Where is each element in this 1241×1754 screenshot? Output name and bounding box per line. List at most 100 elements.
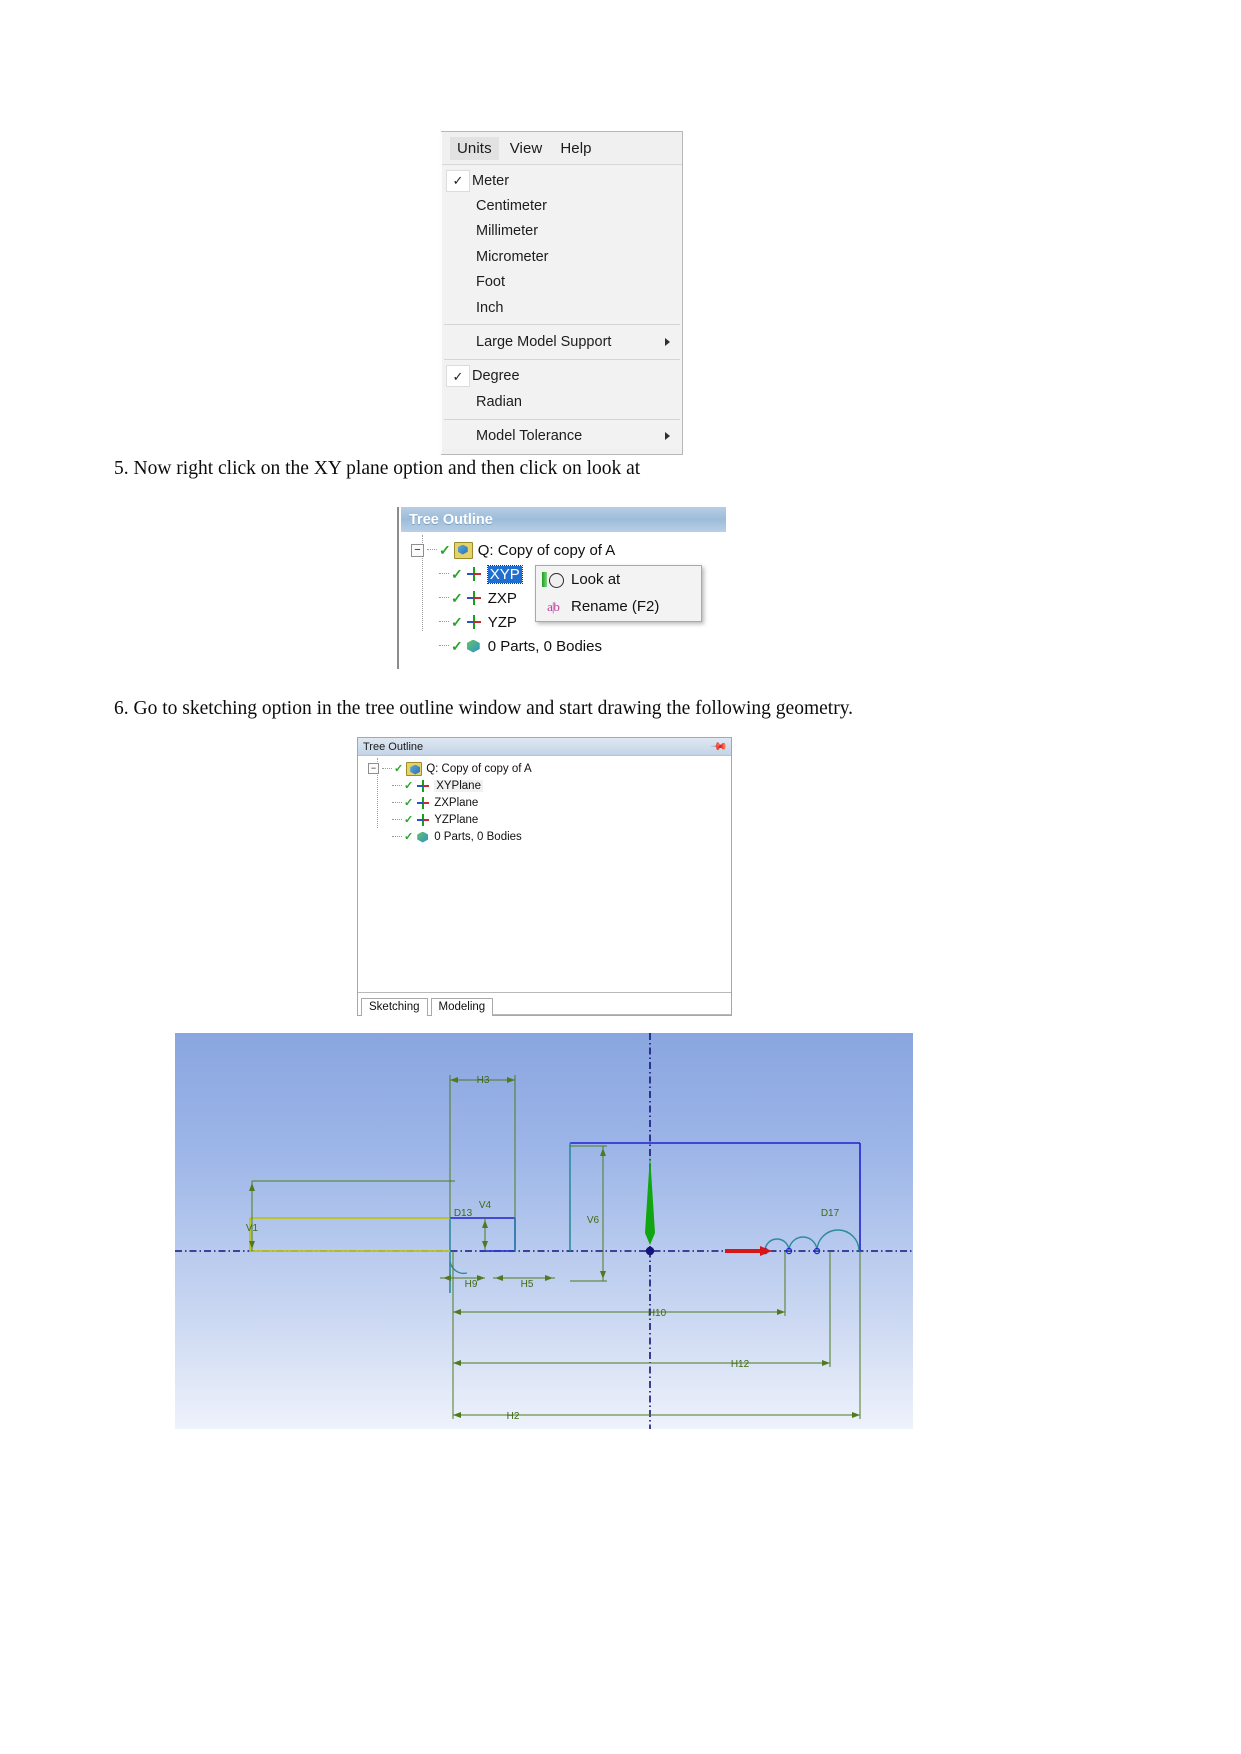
check-icon: ✓ — [404, 780, 414, 792]
chevron-right-icon — [665, 338, 670, 347]
sketch-viewport[interactable]: H3 V1 V4 V6 D13 D17 H9 H5 H10 H12 H2 — [175, 1033, 913, 1429]
chevron-right-icon — [665, 432, 670, 441]
tree-dash — [439, 597, 449, 599]
menu-item-inch[interactable]: Inch — [442, 295, 682, 320]
plane-icon — [416, 779, 430, 792]
geometry-arc-1 — [764, 1238, 790, 1252]
plane-icon — [466, 566, 483, 582]
menu-item-large-model-support[interactable]: Large Model Support — [442, 329, 682, 354]
menu-item-label: Large Model Support — [476, 334, 612, 351]
dimension-H12 — [453, 1251, 831, 1367]
dimension-V4 — [482, 1218, 488, 1251]
menu-item-centimeter[interactable]: Centimeter — [442, 193, 682, 218]
menu-separator — [444, 418, 680, 420]
menu-item-label: Model Tolerance — [476, 428, 583, 445]
tree-row-label: 0 Parts, 0 Bodies — [487, 637, 602, 655]
menubar-item-units[interactable]: Units — [450, 136, 499, 160]
plane-icon — [466, 590, 483, 606]
dimension-H9 — [440, 1275, 485, 1281]
check-icon: ✓ — [446, 169, 470, 192]
menu-item-radian[interactable]: Radian — [442, 389, 682, 414]
plane-icon — [466, 614, 483, 630]
dimension-label-H10: H10 — [648, 1308, 667, 1319]
tree-row-label: Q: Copy of copy of A — [426, 762, 532, 775]
check-icon: ✓ — [404, 831, 414, 843]
check-icon: ✓ — [439, 541, 451, 558]
tabbar-filler — [493, 1013, 731, 1015]
dimension-label-D13: D13 — [454, 1208, 473, 1219]
rename-icon: a|b — [547, 598, 560, 614]
tree-row-root[interactable]: − ✓ Q: Copy of copy of A — [411, 538, 726, 562]
tree-row-label: ZXP — [487, 589, 517, 607]
tree-outline-title: Tree Outline — [363, 740, 424, 753]
menu-item-label: Centimeter — [476, 198, 547, 215]
tree-outline-panel[interactable]: Tree Outline 📌 − ✓ Q: Copy of copy of A … — [357, 737, 732, 1016]
menu-item-meter[interactable]: ✓ Meter — [442, 168, 682, 193]
collapse-expander-icon[interactable]: − — [368, 763, 379, 774]
menu-item-label: Meter — [472, 172, 510, 189]
step-5-paragraph: 5. Now right click on the XY plane optio… — [114, 458, 641, 479]
context-menu-item-rename[interactable]: a|b Rename (F2) — [536, 593, 701, 620]
tree-outline-tabbar[interactable]: Sketching Modeling — [358, 992, 731, 1016]
plane-icon — [416, 796, 430, 809]
tree-dash — [427, 549, 437, 551]
dimension-label-V6: V6 — [587, 1215, 600, 1226]
menu-separator — [444, 358, 680, 360]
context-menu-item-label: Look at — [571, 571, 621, 588]
tree-dash — [382, 767, 392, 770]
tree-row-parts-bodies[interactable]: ✓ 0 Parts, 0 Bodies — [411, 634, 726, 658]
dimension-V6 — [570, 1145, 607, 1282]
menubar-item-help[interactable]: Help — [553, 137, 598, 160]
geometry-arc-3 — [816, 1229, 860, 1252]
context-menu-item-look-at[interactable]: Look at — [536, 566, 701, 593]
menu-item-label: Foot — [476, 274, 506, 291]
tree-outline-rows[interactable]: − ✓ Q: Copy of copy of A ✓ XYPlane ✓ ZXP… — [358, 756, 731, 845]
menu-bar[interactable]: Units View Help — [442, 132, 682, 165]
dimension-H3 — [449, 1075, 516, 1218]
tree-row-root[interactable]: − ✓ Q: Copy of copy of A — [368, 760, 731, 777]
dimension-H2 — [452, 1251, 861, 1419]
dimension-label-H5: H5 — [521, 1279, 534, 1290]
tab-modeling[interactable]: Modeling — [430, 998, 494, 1016]
tree-dash — [439, 573, 449, 575]
tree-row-label: ZXPlane — [434, 796, 479, 809]
check-icon: ✓ — [404, 797, 414, 809]
menu-item-model-tolerance[interactable]: Model Tolerance — [442, 424, 682, 449]
tree-row-yzplane[interactable]: ✓ YZPlane — [368, 811, 731, 828]
check-icon: ✓ — [404, 814, 414, 826]
menu-item-label: Inch — [476, 299, 504, 316]
menu-item-millimeter[interactable]: Millimeter — [442, 219, 682, 244]
dimension-H10 — [452, 1251, 786, 1316]
plane-icon — [416, 813, 430, 826]
units-dropdown[interactable]: ✓ Meter Centimeter Millimeter Micrometer… — [442, 165, 682, 449]
tree-dash — [392, 784, 402, 787]
step-6-paragraph: 6. Go to sketching option in the tree ou… — [114, 698, 854, 719]
menu-item-degree[interactable]: ✓ Degree — [442, 364, 682, 389]
check-icon: ✓ — [451, 613, 463, 630]
sketch-canvas[interactable]: H3 V1 V4 V6 D13 D17 H9 H5 H10 H12 H2 — [175, 1033, 913, 1429]
menu-item-foot[interactable]: Foot — [442, 270, 682, 295]
menu-item-label: Radian — [476, 393, 522, 410]
menubar-item-view[interactable]: View — [503, 137, 550, 160]
tree-dash — [392, 818, 402, 821]
geometry-arc-2 — [788, 1236, 818, 1252]
units-menu-window[interactable]: Units View Help ✓ Meter Centimeter Milli… — [439, 131, 683, 455]
check-icon: ✓ — [451, 565, 463, 582]
tree-row-parts-bodies[interactable]: ✓ 0 Parts, 0 Bodies — [368, 828, 731, 845]
menu-item-label: Micrometer — [476, 248, 549, 265]
dimension-label-V4: V4 — [479, 1200, 492, 1211]
collapse-expander-icon[interactable]: − — [411, 543, 424, 557]
tree-row-xyplane[interactable]: ✓ XYPlane — [368, 777, 731, 794]
dimension-label-H3: H3 — [477, 1075, 490, 1086]
context-menu[interactable]: Look at a|b Rename (F2) — [535, 565, 702, 622]
dimension-label-D17: D17 — [821, 1208, 840, 1219]
dimension-label-V1: V1 — [246, 1223, 259, 1234]
menu-item-micrometer[interactable]: Micrometer — [442, 244, 682, 269]
tree-dash — [392, 835, 402, 838]
check-icon: ✓ — [446, 365, 470, 388]
pin-icon[interactable]: 📌 — [710, 737, 729, 756]
tab-sketching[interactable]: Sketching — [361, 998, 428, 1016]
tree-row-zxplane[interactable]: ✓ ZXPlane — [368, 794, 731, 811]
tree-outline-title: Tree Outline — [401, 507, 726, 532]
tree-row-label: XYP — [486, 564, 523, 584]
